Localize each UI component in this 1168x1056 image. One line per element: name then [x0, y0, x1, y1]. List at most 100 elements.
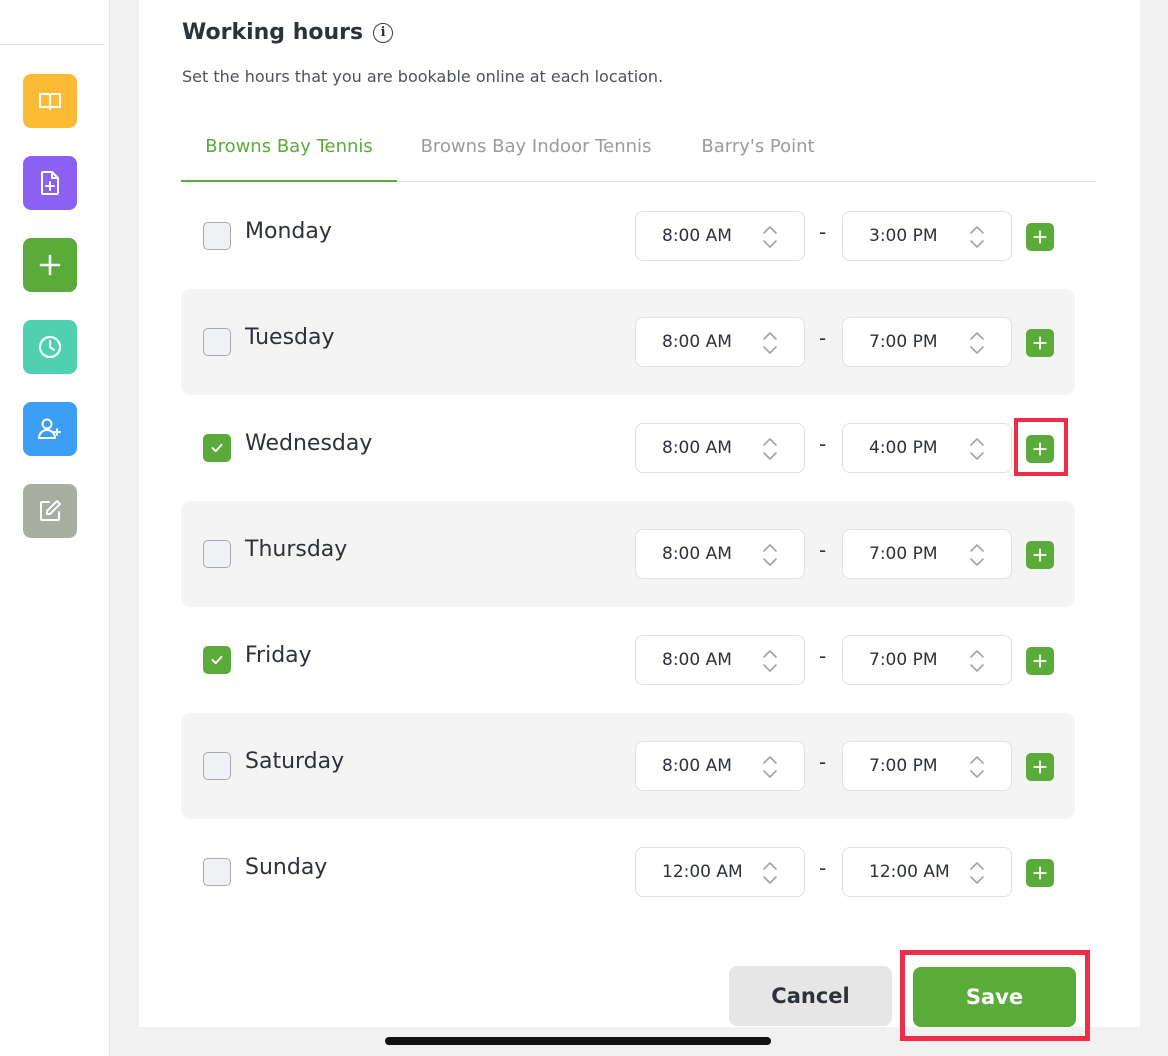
day-checkbox-tuesday[interactable]	[203, 328, 231, 356]
end-time-picker[interactable]: 12:00 AM	[842, 847, 1012, 897]
tab-browns-bay-indoor-tennis[interactable]: Browns Bay Indoor Tennis	[411, 124, 661, 182]
user-add-icon	[38, 418, 61, 439]
highlight-box	[1014, 418, 1068, 476]
day-checkbox-monday[interactable]	[203, 222, 231, 250]
chevron-updown-icon[interactable]	[969, 224, 985, 250]
sidebar	[0, 0, 110, 1056]
chevron-updown-icon[interactable]	[969, 754, 985, 780]
day-checkbox-thursday[interactable]	[203, 540, 231, 568]
chevron-updown-icon[interactable]	[762, 330, 778, 356]
chevron-updown-icon[interactable]	[762, 224, 778, 250]
chevron-updown-icon[interactable]	[969, 542, 985, 568]
highlight-box	[900, 950, 1090, 1041]
chevron-updown-icon[interactable]	[762, 648, 778, 674]
add-time-slot-button[interactable]	[1026, 541, 1054, 569]
end-time-value: 7:00 PM	[869, 544, 938, 564]
chevron-updown-icon[interactable]	[762, 860, 778, 886]
time-separator: -	[819, 750, 827, 774]
time-separator: -	[819, 644, 827, 668]
start-time-picker[interactable]: 8:00 AM	[635, 317, 805, 367]
location-tabs: Browns Bay Tennis Browns Bay Indoor Tenn…	[181, 124, 1096, 182]
end-time-picker[interactable]: 7:00 PM	[842, 741, 1012, 791]
sidebar-divider	[0, 44, 104, 45]
day-label: Monday	[245, 219, 332, 244]
start-time-value: 8:00 AM	[662, 650, 732, 670]
start-time-value: 8:00 AM	[662, 438, 732, 458]
end-time-picker[interactable]: 7:00 PM	[842, 529, 1012, 579]
day-checkbox-friday[interactable]	[203, 646, 231, 674]
plus-icon	[1030, 333, 1050, 353]
plus-icon	[1030, 227, 1050, 247]
sidebar-item-working-hours[interactable]	[23, 320, 77, 374]
chevron-updown-icon[interactable]	[969, 436, 985, 462]
clock-icon	[38, 335, 62, 359]
chevron-updown-icon[interactable]	[762, 436, 778, 462]
plus-icon	[1030, 757, 1050, 777]
plus-icon	[39, 254, 61, 276]
day-row-thursday: Thursday 8:00 AM - 7:00 PM	[181, 501, 1075, 607]
sidebar-item-new-document[interactable]	[23, 156, 77, 210]
sidebar-item-add-user[interactable]	[23, 402, 77, 456]
day-label: Thursday	[245, 537, 348, 562]
add-time-slot-button[interactable]	[1026, 329, 1054, 357]
start-time-value: 12:00 AM	[662, 862, 743, 882]
page-title: Working hours i	[182, 20, 394, 45]
day-checkbox-wednesday[interactable]	[203, 434, 231, 462]
start-time-picker[interactable]: 8:00 AM	[635, 741, 805, 791]
start-time-value: 8:00 AM	[662, 332, 732, 352]
end-time-value: 4:00 PM	[869, 438, 938, 458]
tab-browns-bay-tennis[interactable]: Browns Bay Tennis	[181, 124, 397, 182]
end-time-picker[interactable]: 3:00 PM	[842, 211, 1012, 261]
end-time-picker[interactable]: 4:00 PM	[842, 423, 1012, 473]
cancel-button[interactable]: Cancel	[729, 966, 892, 1026]
day-row-saturday: Saturday 8:00 AM - 7:00 PM	[181, 713, 1075, 819]
chevron-updown-icon[interactable]	[969, 330, 985, 356]
add-time-slot-button[interactable]	[1026, 223, 1054, 251]
file-add-icon	[41, 171, 59, 195]
day-row-sunday: Sunday 12:00 AM - 12:00 AM	[181, 819, 1075, 925]
chevron-updown-icon[interactable]	[969, 648, 985, 674]
chevron-updown-icon[interactable]	[762, 754, 778, 780]
end-time-value: 7:00 PM	[869, 650, 938, 670]
add-time-slot-button[interactable]	[1026, 753, 1054, 781]
end-time-value: 7:00 PM	[869, 332, 938, 352]
day-label: Sunday	[245, 855, 328, 880]
day-label: Wednesday	[245, 431, 373, 456]
chevron-updown-icon[interactable]	[969, 860, 985, 886]
home-indicator	[385, 1037, 771, 1045]
end-time-picker[interactable]: 7:00 PM	[842, 317, 1012, 367]
time-separator: -	[819, 856, 827, 880]
sidebar-item-book[interactable]	[23, 74, 77, 128]
end-time-value: 3:00 PM	[869, 226, 938, 246]
plus-icon	[1030, 863, 1050, 883]
time-separator: -	[819, 326, 827, 350]
start-time-picker[interactable]: 8:00 AM	[635, 635, 805, 685]
end-time-value: 12:00 AM	[869, 862, 950, 882]
time-separator: -	[819, 220, 827, 244]
day-checkbox-saturday[interactable]	[203, 752, 231, 780]
sidebar-item-add[interactable]	[23, 238, 77, 292]
add-time-slot-button[interactable]	[1026, 647, 1054, 675]
start-time-picker[interactable]: 8:00 AM	[635, 423, 805, 473]
day-label: Saturday	[245, 749, 345, 774]
start-time-picker[interactable]: 12:00 AM	[635, 847, 805, 897]
chevron-updown-icon[interactable]	[762, 542, 778, 568]
end-time-picker[interactable]: 7:00 PM	[842, 635, 1012, 685]
plus-icon	[1030, 651, 1050, 671]
start-time-value: 8:00 AM	[662, 544, 732, 564]
day-label: Tuesday	[245, 325, 335, 350]
start-time-value: 8:00 AM	[662, 226, 732, 246]
start-time-picker[interactable]: 8:00 AM	[635, 211, 805, 261]
sidebar-item-edit[interactable]	[23, 484, 77, 538]
plus-icon	[1030, 545, 1050, 565]
tab-barrys-point[interactable]: Barry's Point	[687, 124, 829, 182]
start-time-picker[interactable]: 8:00 AM	[635, 529, 805, 579]
day-row-wednesday: Wednesday 8:00 AM - 4:00 PM	[181, 395, 1075, 501]
check-icon	[208, 439, 226, 457]
edit-icon	[40, 500, 61, 521]
day-checkbox-sunday[interactable]	[203, 858, 231, 886]
start-time-value: 8:00 AM	[662, 756, 732, 776]
day-row-tuesday: Tuesday 8:00 AM - 7:00 PM	[181, 289, 1075, 395]
info-icon[interactable]: i	[373, 22, 394, 43]
add-time-slot-button[interactable]	[1026, 859, 1054, 887]
